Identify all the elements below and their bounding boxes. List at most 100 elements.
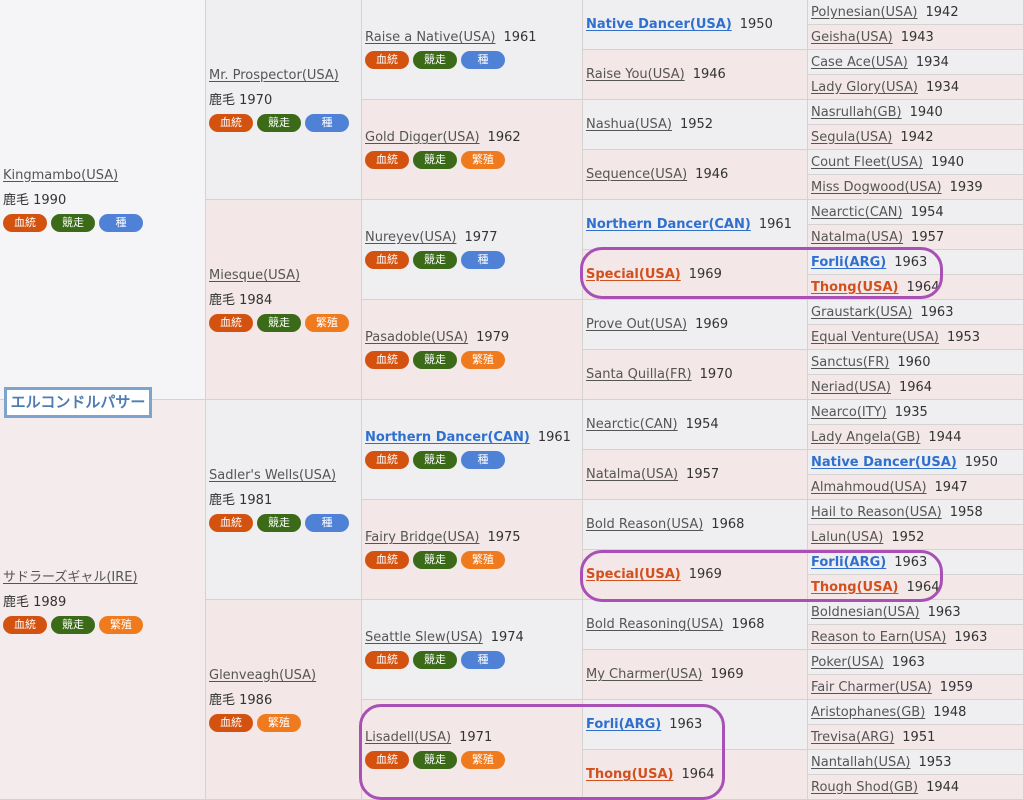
ancestor-name-link[interactable]: Nearco(ITY)	[811, 405, 887, 420]
ancestor-name-link[interactable]: Miesque(USA)	[209, 268, 300, 283]
ancestor-name-link[interactable]: Raise a Native(USA)	[365, 30, 495, 45]
ancestor-name-link[interactable]: Segula(USA)	[811, 130, 892, 145]
broodmare-tag-button[interactable]: 繁殖	[257, 713, 301, 732]
ancestor-name-link[interactable]: Special(USA)	[586, 267, 681, 282]
ancestor-name-link[interactable]: Lady Angela(GB)	[811, 430, 920, 445]
ancestor-name-link[interactable]: Sanctus(FR)	[811, 355, 889, 370]
pedigree-tag-button[interactable]: 血統	[209, 313, 253, 332]
sire-tag-button[interactable]: 種	[99, 213, 143, 232]
ancestor-name-link[interactable]: Fair Charmer(USA)	[811, 680, 932, 695]
ancestor-name-link[interactable]: Raise You(USA)	[586, 67, 685, 82]
ancestor-name-link[interactable]: Forli(ARG)	[811, 555, 886, 570]
ancestor-name-link[interactable]: Forli(ARG)	[586, 717, 661, 732]
race-record-tag-button[interactable]: 競走	[257, 313, 301, 332]
race-record-tag-button[interactable]: 競走	[257, 513, 301, 532]
ancestor-name-link[interactable]: Geisha(USA)	[811, 30, 893, 45]
ancestor-name-link[interactable]: Native Dancer(USA)	[586, 17, 732, 32]
ancestor-name-link[interactable]: Northern Dancer(CAN)	[365, 430, 530, 445]
ancestor-name-link[interactable]: Nasrullah(GB)	[811, 105, 902, 120]
pedigree-tag-button[interactable]: 血統	[365, 451, 409, 469]
ancestor-name-link[interactable]: Aristophanes(GB)	[811, 705, 925, 720]
ancestor-name-link[interactable]: Native Dancer(USA)	[811, 455, 957, 470]
race-record-tag-button[interactable]: 競走	[413, 151, 457, 169]
ancestor-name-link[interactable]: Fairy Bridge(USA)	[365, 530, 479, 545]
race-record-tag-button[interactable]: 競走	[257, 113, 301, 132]
ancestor-name-link[interactable]: Count Fleet(USA)	[811, 155, 923, 170]
broodmare-tag-button[interactable]: 繁殖	[461, 751, 505, 769]
broodmare-tag-button[interactable]: 繁殖	[461, 151, 505, 169]
ancestor-name-link[interactable]: Almahmoud(USA)	[811, 480, 927, 495]
ancestor-name-link[interactable]: Thong(USA)	[811, 580, 898, 595]
ancestor-name-link[interactable]: My Charmer(USA)	[586, 667, 703, 682]
ancestor-name-link[interactable]: Lady Glory(USA)	[811, 80, 918, 95]
broodmare-tag-button[interactable]: 繁殖	[461, 351, 505, 369]
ancestor-name-link[interactable]: Sequence(USA)	[586, 167, 687, 182]
ancestor-name-link[interactable]: Nearctic(CAN)	[586, 417, 678, 432]
pedigree-tag-button[interactable]: 血統	[209, 713, 253, 732]
ancestor-name-link[interactable]: Trevisa(ARG)	[811, 730, 894, 745]
ancestor-name-link[interactable]: Bold Reasoning(USA)	[586, 617, 723, 632]
ancestor-name-link[interactable]: サドラーズギャル(IRE)	[3, 570, 138, 585]
ancestor-name-link[interactable]: Forli(ARG)	[811, 255, 886, 270]
ancestor-name-link[interactable]: Thong(USA)	[811, 280, 898, 295]
race-record-tag-button[interactable]: 競走	[51, 615, 95, 634]
pedigree-tag-button[interactable]: 血統	[365, 151, 409, 169]
sire-tag-button[interactable]: 種	[461, 651, 505, 669]
ancestor-name-link[interactable]: Mr. Prospector(USA)	[209, 68, 339, 83]
ancestor-name-link[interactable]: Glenveagh(USA)	[209, 668, 316, 683]
ancestor-name-link[interactable]: Hail to Reason(USA)	[811, 505, 942, 520]
ancestor-name-link[interactable]: Nashua(USA)	[586, 117, 672, 132]
pedigree-tag-button[interactable]: 血統	[365, 551, 409, 569]
ancestor-name-link[interactable]: Natalma(USA)	[586, 467, 678, 482]
ancestor-name-link[interactable]: Boldnesian(USA)	[811, 605, 920, 620]
ancestor-name-link[interactable]: Equal Venture(USA)	[811, 330, 939, 345]
sire-tag-button[interactable]: 種	[305, 113, 349, 132]
broodmare-tag-button[interactable]: 繁殖	[99, 615, 143, 634]
ancestor-name-link[interactable]: Rough Shod(GB)	[811, 780, 918, 795]
ancestor-name-link[interactable]: Prove Out(USA)	[586, 317, 687, 332]
ancestor-name-link[interactable]: Graustark(USA)	[811, 305, 912, 320]
sire-tag-button[interactable]: 種	[305, 513, 349, 532]
pedigree-tag-button[interactable]: 血統	[209, 113, 253, 132]
ancestor-name-link[interactable]: Neriad(USA)	[811, 380, 891, 395]
pedigree-tag-button[interactable]: 血統	[209, 513, 253, 532]
pedigree-tag-button[interactable]: 血統	[365, 751, 409, 769]
ancestor-name-link[interactable]: Case Ace(USA)	[811, 55, 908, 70]
ancestor-name-link[interactable]: Kingmambo(USA)	[3, 168, 118, 183]
ancestor-name-link[interactable]: Lalun(USA)	[811, 530, 883, 545]
ancestor-name-link[interactable]: Polynesian(USA)	[811, 5, 918, 20]
pedigree-tag-button[interactable]: 血統	[365, 251, 409, 269]
sire-tag-button[interactable]: 種	[461, 51, 505, 69]
ancestor-name-link[interactable]: Nureyev(USA)	[365, 230, 456, 245]
ancestor-name-link[interactable]: Pasadoble(USA)	[365, 330, 468, 345]
race-record-tag-button[interactable]: 競走	[413, 651, 457, 669]
pedigree-tag-button[interactable]: 血統	[3, 213, 47, 232]
ancestor-name-link[interactable]: Nearctic(CAN)	[811, 205, 903, 220]
sire-tag-button[interactable]: 種	[461, 251, 505, 269]
pedigree-tag-button[interactable]: 血統	[365, 651, 409, 669]
ancestor-name-link[interactable]: Bold Reason(USA)	[586, 517, 703, 532]
sire-tag-button[interactable]: 種	[461, 451, 505, 469]
pedigree-tag-button[interactable]: 血統	[365, 351, 409, 369]
ancestor-name-link[interactable]: Reason to Earn(USA)	[811, 630, 946, 645]
race-record-tag-button[interactable]: 競走	[413, 551, 457, 569]
race-record-tag-button[interactable]: 競走	[413, 351, 457, 369]
ancestor-name-link[interactable]: Poker(USA)	[811, 655, 884, 670]
ancestor-name-link[interactable]: Natalma(USA)	[811, 230, 903, 245]
ancestor-name-link[interactable]: Lisadell(USA)	[365, 730, 451, 745]
broodmare-tag-button[interactable]: 繁殖	[305, 313, 349, 332]
race-record-tag-button[interactable]: 競走	[413, 251, 457, 269]
ancestor-name-link[interactable]: Thong(USA)	[586, 767, 673, 782]
ancestor-name-link[interactable]: Special(USA)	[586, 567, 681, 582]
pedigree-tag-button[interactable]: 血統	[365, 51, 409, 69]
race-record-tag-button[interactable]: 競走	[413, 51, 457, 69]
ancestor-name-link[interactable]: Santa Quilla(FR)	[586, 367, 692, 382]
ancestor-name-link[interactable]: Seattle Slew(USA)	[365, 630, 483, 645]
race-record-tag-button[interactable]: 競走	[413, 451, 457, 469]
broodmare-tag-button[interactable]: 繁殖	[461, 551, 505, 569]
pedigree-tag-button[interactable]: 血統	[3, 615, 47, 634]
ancestor-name-link[interactable]: Sadler's Wells(USA)	[209, 468, 336, 483]
ancestor-name-link[interactable]: Nantallah(USA)	[811, 755, 910, 770]
ancestor-name-link[interactable]: Miss Dogwood(USA)	[811, 180, 942, 195]
ancestor-name-link[interactable]: Northern Dancer(CAN)	[586, 217, 751, 232]
